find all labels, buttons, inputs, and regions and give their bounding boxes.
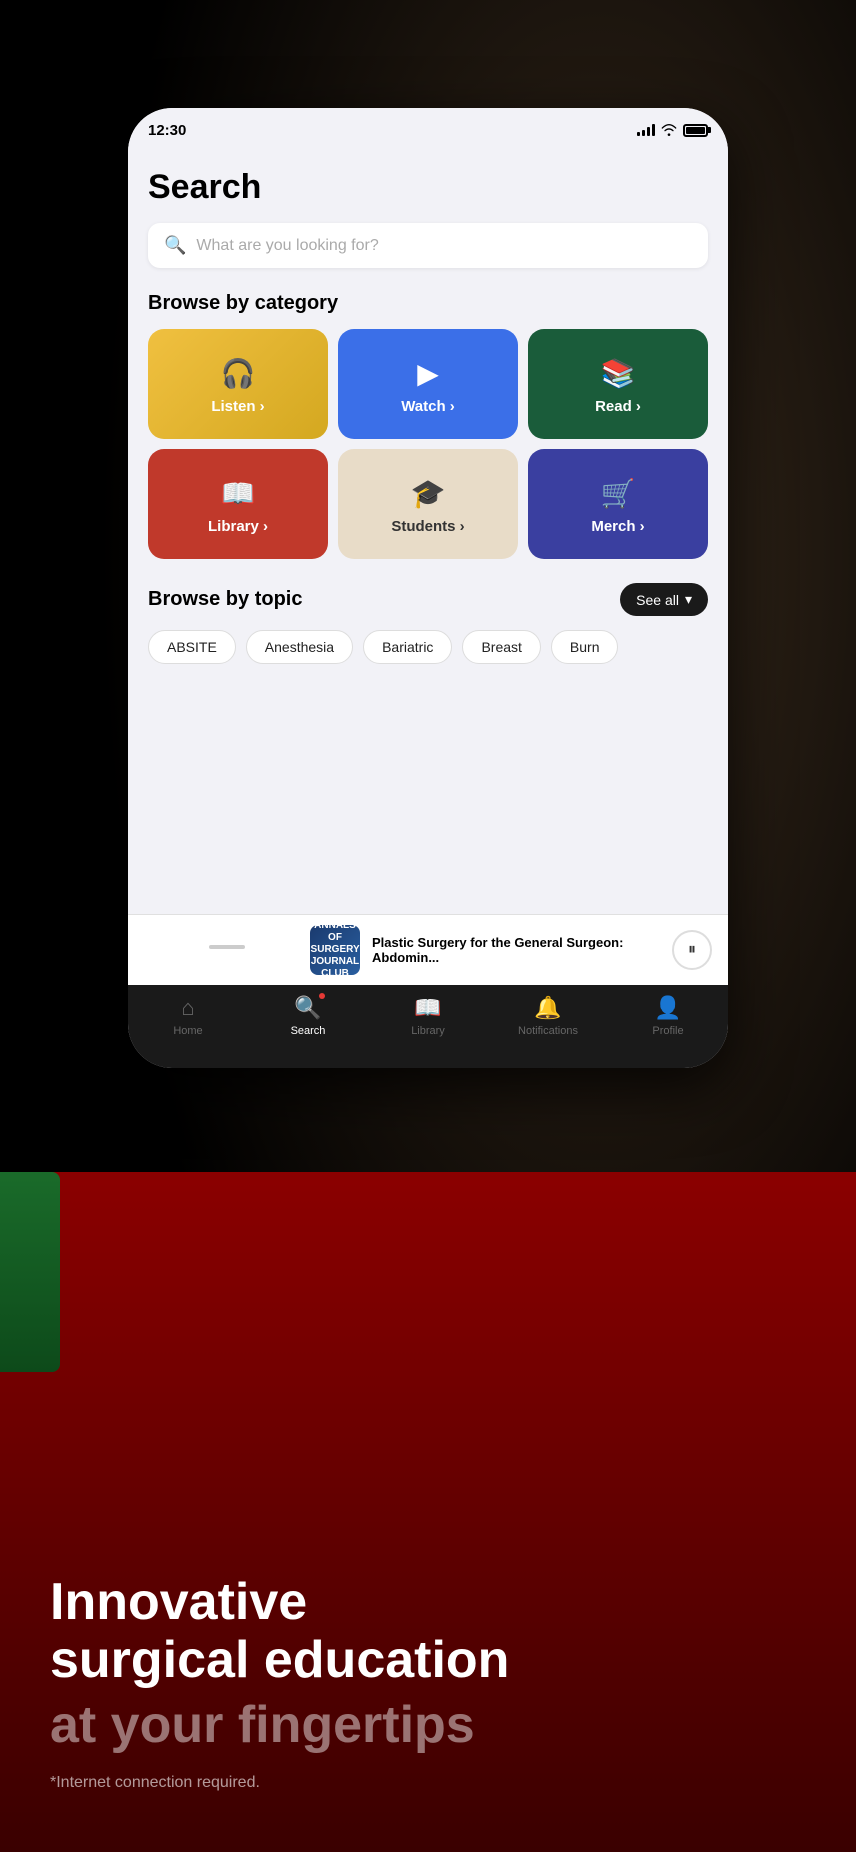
bottom-nav: ⌂ Home 🔍 Search 📖 Library 🔔 Notification… xyxy=(128,985,728,1068)
search-bar[interactable]: 🔍 What are you looking for? xyxy=(148,223,708,268)
battery-icon xyxy=(683,124,708,137)
category-listen[interactable]: 🎧 Listen › xyxy=(148,329,328,439)
search-icon: 🔍 xyxy=(294,995,321,1021)
nav-search-label: Search xyxy=(291,1025,326,1037)
nav-item-notifications[interactable]: 🔔 Notifications xyxy=(518,995,578,1037)
merch-label: Merch › xyxy=(591,518,644,535)
see-all-button[interactable]: See all ▾ xyxy=(620,583,708,616)
phone-frame: 12:30 Search 🔍 What are you look xyxy=(128,108,728,1068)
search-bar-icon: 🔍 xyxy=(164,235,186,256)
status-time: 12:30 xyxy=(148,122,186,139)
nav-home-label: Home xyxy=(173,1025,202,1037)
library-icon: 📖 xyxy=(221,477,256,510)
merch-icon: 🛒 xyxy=(601,477,636,510)
topic-chip-anesthesia[interactable]: Anesthesia xyxy=(246,630,353,664)
tagline-main: Innovative surgical education xyxy=(50,1574,806,1688)
category-read[interactable]: 📚 Read › xyxy=(528,329,708,439)
mini-player-text: Plastic Surgery for the General Surgeon:… xyxy=(372,935,672,965)
library-nav-icon: 📖 xyxy=(414,995,441,1021)
nav-item-home[interactable]: ⌂ Home xyxy=(158,995,218,1037)
category-students[interactable]: 🎓 Students › xyxy=(338,449,518,559)
status-icons xyxy=(637,124,708,137)
nav-notifications-label: Notifications xyxy=(518,1025,578,1037)
drag-handle xyxy=(209,945,245,949)
search-input-placeholder: What are you looking for? xyxy=(196,237,378,255)
category-merch[interactable]: 🛒 Merch › xyxy=(528,449,708,559)
topic-chip-absite[interactable]: ABSITE xyxy=(148,630,236,664)
nav-library-label: Library xyxy=(411,1025,445,1037)
pause-button[interactable]: ⏸ xyxy=(672,930,712,970)
category-watch[interactable]: ▶ Watch › xyxy=(338,329,518,439)
nav-item-search[interactable]: 🔍 Search xyxy=(278,995,338,1037)
see-all-label: See all xyxy=(636,592,679,608)
students-label: Students › xyxy=(391,518,464,535)
signal-icon xyxy=(637,124,655,136)
students-icon: 🎓 xyxy=(411,477,446,510)
home-icon: ⌂ xyxy=(181,995,194,1021)
topic-chips: ABSITE Anesthesia Bariatric Breast Burn xyxy=(148,630,708,664)
read-label: Read › xyxy=(595,398,641,415)
topic-section-title: Browse by topic xyxy=(148,588,302,611)
read-icon: 📚 xyxy=(601,357,636,390)
mini-player-left: ANNALS OF SURGERY JOURNAL CLUB Plastic S… xyxy=(310,925,672,975)
chevron-down-icon: ▾ xyxy=(685,591,692,608)
status-bar: 12:30 xyxy=(128,108,728,152)
bottom-marketing-section: Innovative surgical education at your fi… xyxy=(0,1172,856,1852)
category-library[interactable]: 📖 Library › xyxy=(148,449,328,559)
book-image xyxy=(0,1172,60,1372)
watch-label: Watch › xyxy=(401,398,455,415)
listen-label: Listen › xyxy=(211,398,264,415)
tagline-sub: at your fingertips xyxy=(50,1697,806,1754)
mini-player[interactable]: ANNALS OF SURGERY JOURNAL CLUB Plastic S… xyxy=(128,914,728,985)
topic-section: Browse by topic See all ▾ ABSITE Anesthe… xyxy=(148,583,708,664)
wifi-icon xyxy=(661,124,677,136)
listen-icon: 🎧 xyxy=(221,357,256,390)
nav-item-library[interactable]: 📖 Library xyxy=(398,995,458,1037)
category-grid: 🎧 Listen › ▶ Watch › 📚 Read › 📖 Library … xyxy=(148,329,708,559)
topic-chip-breast[interactable]: Breast xyxy=(462,630,540,664)
nav-item-profile[interactable]: 👤 Profile xyxy=(638,995,698,1037)
topic-chip-bariatric[interactable]: Bariatric xyxy=(363,630,452,664)
page-title: Search xyxy=(148,168,708,207)
phone-content: Search 🔍 What are you looking for? Brows… xyxy=(128,152,728,985)
watch-icon: ▶ xyxy=(417,357,439,390)
tagline-note: *Internet connection required. xyxy=(50,1774,806,1792)
nav-profile-label: Profile xyxy=(652,1025,683,1037)
search-notification-dot xyxy=(319,993,325,999)
category-section-header: Browse by category xyxy=(148,292,708,315)
profile-icon: 👤 xyxy=(654,995,681,1021)
library-label: Library › xyxy=(208,518,268,535)
topic-header: Browse by topic See all ▾ xyxy=(148,583,708,616)
topic-chip-burn[interactable]: Burn xyxy=(551,630,619,664)
mini-player-thumbnail: ANNALS OF SURGERY JOURNAL CLUB xyxy=(310,925,360,975)
mini-player-title: Plastic Surgery for the General Surgeon:… xyxy=(372,935,672,965)
notifications-icon: 🔔 xyxy=(534,995,561,1021)
